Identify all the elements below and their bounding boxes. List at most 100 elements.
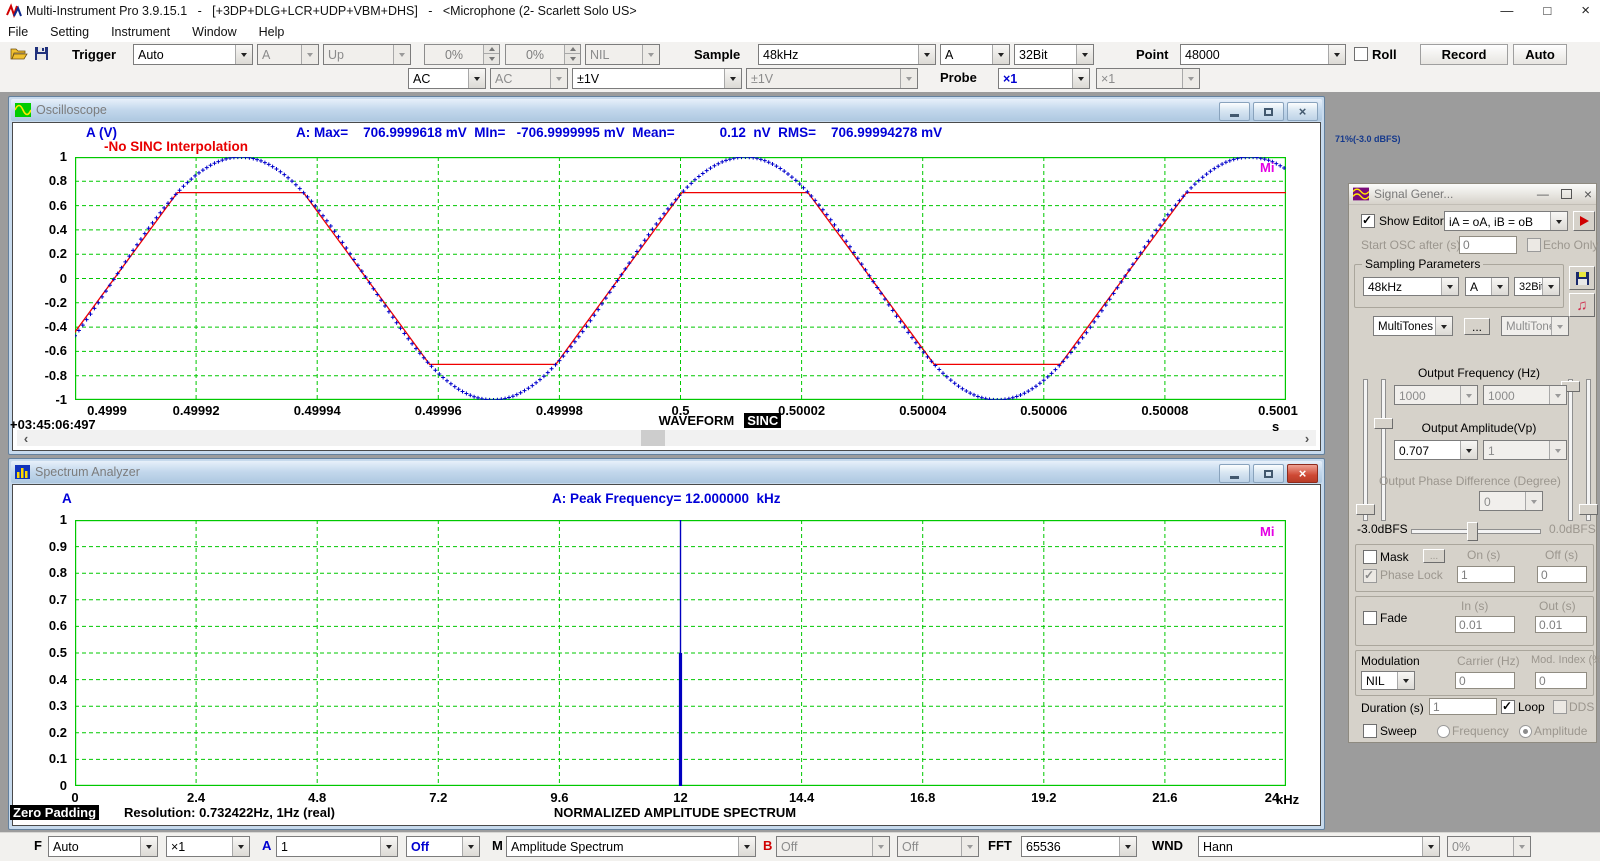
mask-more-button[interactable]: ... (1423, 549, 1445, 563)
show-editor-checkbox[interactable] (1361, 214, 1375, 228)
mask-off-input[interactable]: 0 (1537, 566, 1587, 583)
scroll-thumb[interactable] (641, 430, 665, 446)
amp-b-slider-track[interactable] (1568, 379, 1573, 521)
fade-out-input[interactable]: 0.01 (1535, 616, 1587, 633)
menu-setting[interactable]: Setting (50, 25, 89, 39)
fade-checkbox[interactable] (1363, 611, 1377, 625)
start-osc-input[interactable]: 0 (1459, 236, 1517, 254)
menu-file[interactable]: File (8, 25, 28, 39)
auto-button[interactable]: Auto (1513, 44, 1567, 65)
trigger-level-spinner[interactable]: 0% (424, 44, 500, 65)
a-mode-select[interactable]: Off (406, 836, 480, 857)
minimize-icon[interactable]: — (1500, 0, 1513, 22)
save-file-icon[interactable] (34, 46, 49, 61)
close-button[interactable]: × (1287, 102, 1318, 121)
mask-on-input[interactable]: 1 (1457, 566, 1515, 583)
trigger-source-select[interactable]: A (257, 44, 319, 65)
zoom-select[interactable]: ×1 (166, 836, 250, 857)
freq-b-select[interactable]: 1000 (1483, 385, 1567, 405)
restore-button[interactable] (1253, 102, 1284, 121)
coupling-b-select[interactable]: AC (490, 68, 568, 89)
sampling-rate-select[interactable]: 48kHz (758, 44, 936, 65)
phase-lock-checkbox[interactable] (1363, 569, 1377, 583)
amp-b-select[interactable]: 1 (1483, 440, 1567, 460)
menu-help[interactable]: Help (259, 25, 285, 39)
phase-difference-select[interactable]: 0 (1479, 491, 1543, 511)
amp-a-select[interactable]: 0.707 (1394, 440, 1478, 460)
loop-checkbox[interactable] (1501, 700, 1515, 714)
music-note-button[interactable]: ♫ (1569, 293, 1595, 317)
signal-generator-title-bar[interactable]: Signal Gener... — × (1349, 184, 1596, 205)
menu-instrument[interactable]: Instrument (111, 25, 170, 39)
b-mode-select[interactable]: Off (897, 836, 979, 857)
fade-in-input[interactable]: 0.01 (1455, 616, 1515, 633)
waveform-a-select[interactable]: MultiTones (1373, 316, 1453, 336)
a-value-select[interactable]: 1 (276, 836, 398, 857)
open-file-icon[interactable] (10, 46, 28, 61)
minimize-icon[interactable]: — (1537, 187, 1549, 201)
carrier-input[interactable]: 0 (1455, 672, 1515, 689)
trigger-edge-select[interactable]: Up (323, 44, 411, 65)
freq-a-slider-track[interactable] (1363, 379, 1368, 521)
trigger-delay-spinner[interactable]: 0% (505, 44, 581, 65)
probe-b-select[interactable]: ×1 (1096, 68, 1200, 89)
spectrum-title-bar[interactable]: Spectrum Analyzer × (11, 461, 1322, 483)
gen-bit-depth-select[interactable]: 32Bit (1514, 277, 1560, 296)
mask-off-label: Off (s) (1545, 548, 1578, 562)
mask-checkbox[interactable] (1363, 550, 1377, 564)
scroll-left-icon[interactable]: ‹ (17, 431, 35, 446)
sweep-frequency-radio[interactable] (1437, 725, 1450, 738)
amp-a-slider-thumb[interactable] (1374, 418, 1393, 429)
waveform-b-select[interactable]: MultiTones (1501, 316, 1569, 336)
menu-window[interactable]: Window (192, 25, 236, 39)
maximize-icon[interactable]: □ (1543, 0, 1551, 22)
frequency-display-select[interactable]: Auto (48, 836, 158, 857)
minimize-button[interactable] (1219, 102, 1250, 121)
close-icon[interactable]: × (1581, 0, 1590, 22)
dds-checkbox[interactable] (1553, 700, 1567, 714)
maximize-icon[interactable] (1561, 189, 1572, 199)
minimize-button[interactable] (1219, 464, 1250, 483)
gen-channel-select[interactable]: A (1465, 277, 1509, 296)
close-button[interactable]: × (1287, 464, 1318, 483)
coupling-a-select[interactable]: AC (408, 68, 486, 89)
record-points-select[interactable]: 48000 (1180, 44, 1346, 65)
chevron-down-icon (1551, 317, 1568, 335)
roll-checkbox[interactable] (1354, 47, 1368, 61)
freq-a-slider-thumb[interactable] (1356, 504, 1375, 515)
oscilloscope-title-bar[interactable]: Oscilloscope × (11, 99, 1322, 121)
range-a-select[interactable]: ±1V (572, 68, 742, 89)
gen-sampling-rate-select[interactable]: 48kHz (1363, 277, 1459, 296)
trigger-mode-select[interactable]: Auto (133, 44, 253, 65)
sweep-amplitude-radio[interactable] (1519, 725, 1532, 738)
analysis-mode-select[interactable]: Amplitude Spectrum (506, 836, 756, 857)
bit-depth-select[interactable]: 32Bit (1014, 44, 1094, 65)
scroll-right-icon[interactable]: › (1298, 431, 1316, 446)
record-button[interactable]: Record (1420, 44, 1508, 65)
dbfs-slider-thumb[interactable] (1467, 522, 1478, 541)
duration-input[interactable]: 1 (1429, 698, 1497, 715)
range-b-select[interactable]: ±1V (746, 68, 918, 89)
generator-run-button[interactable] (1573, 211, 1595, 231)
close-icon[interactable]: × (1584, 186, 1592, 202)
probe-a-select[interactable]: ×1 (998, 68, 1090, 89)
b-value-select[interactable]: Off (776, 836, 890, 857)
oscilloscope-scrollbar[interactable]: ‹ › (17, 430, 1316, 446)
save-signal-button[interactable] (1569, 266, 1595, 290)
restore-button[interactable] (1253, 464, 1284, 483)
window-function-select[interactable]: Hann (1198, 836, 1440, 857)
trigger-hpf-select[interactable]: NIL (585, 44, 660, 65)
mod-index-input[interactable]: 0 (1535, 672, 1587, 689)
overlap-select[interactable]: 0% (1447, 836, 1531, 857)
sweep-checkbox[interactable] (1363, 724, 1377, 738)
freq-b-slider-track[interactable] (1586, 379, 1591, 521)
freq-b-slider-thumb[interactable] (1579, 504, 1598, 515)
echo-only-checkbox[interactable] (1527, 238, 1541, 252)
sampling-channel-select[interactable]: A (940, 44, 1010, 65)
freq-a-select[interactable]: 1000 (1394, 385, 1478, 405)
fft-size-select[interactable]: 65536 (1021, 836, 1137, 857)
routing-select[interactable]: iA = oA, iB = oB (1444, 211, 1568, 231)
amp-a-slider-track[interactable] (1381, 379, 1386, 521)
modulation-type-select[interactable]: NIL (1361, 671, 1415, 690)
waveform-more-button[interactable]: ... (1464, 318, 1490, 335)
